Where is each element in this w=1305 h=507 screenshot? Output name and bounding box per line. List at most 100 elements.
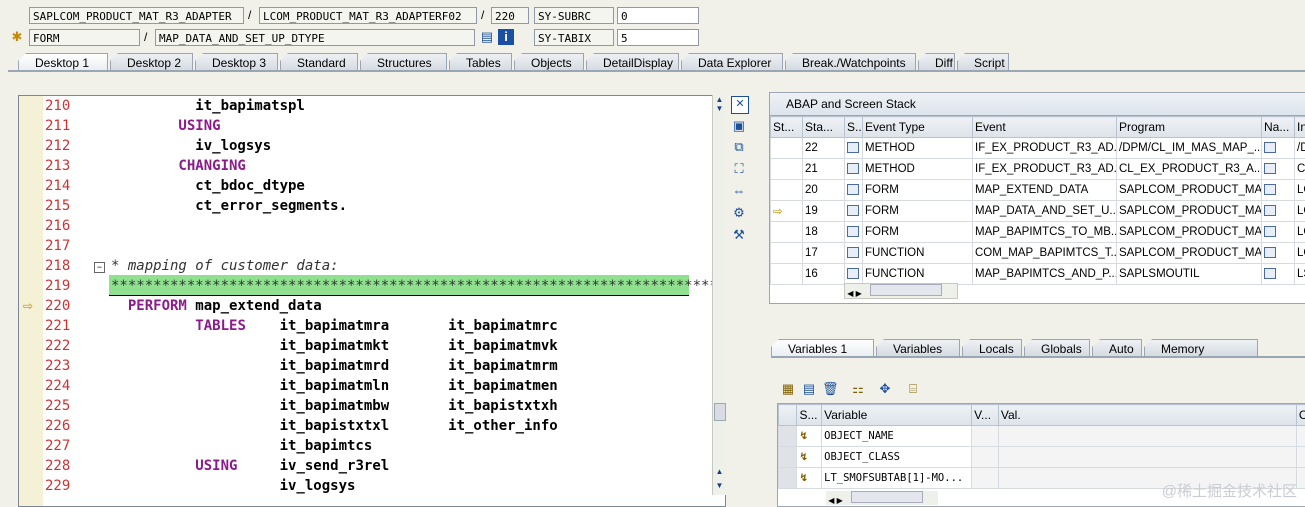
variable-name[interactable]: LT_SMOFSUBTAB[1]-MO...	[822, 468, 972, 489]
scroll-thumb[interactable]	[714, 403, 726, 421]
stack-level: 22	[803, 138, 845, 159]
col-s[interactable]: S...	[797, 405, 822, 426]
stack-row[interactable]: 18FORMMAP_BAPIMTCS_TO_MB...SAPLCOM_PRODU…	[771, 222, 1305, 243]
scroll-up-icon[interactable]: ▲	[713, 95, 726, 104]
tab-structures[interactable]: Structures	[360, 53, 447, 71]
collapse-block-icon[interactable]: −	[94, 262, 105, 273]
stack-column-header[interactable]: In	[1295, 117, 1305, 138]
editor-vertical-scrollbar[interactable]: ▲ ▼ ▲ ▼	[712, 95, 726, 495]
col-val[interactable]: Val.	[998, 405, 1296, 426]
fullscreen-icon[interactable]: ⛶	[731, 161, 747, 177]
navigate-icon[interactable]	[1264, 226, 1276, 237]
tab-tables[interactable]: Tables	[449, 53, 512, 71]
tab-variables-2[interactable]: Variables 2	[876, 339, 960, 357]
variable-value[interactable]	[998, 426, 1296, 447]
replace-tool-icon[interactable]: ⧉	[731, 139, 747, 155]
stack-column-header[interactable]: St...	[771, 117, 803, 138]
delete-icon[interactable]: 🗑	[822, 381, 838, 397]
tab-desktop-3[interactable]: Desktop 3	[195, 53, 278, 71]
event-name-field[interactable]: MAP_DATA_AND_SET_UP_DTYPE	[155, 29, 475, 46]
tab-memory-analysis[interactable]: Memory Analysis	[1144, 339, 1258, 357]
tab-locals[interactable]: Locals	[962, 339, 1022, 357]
copy-icon[interactable]: ▤	[801, 381, 817, 397]
layout-icon[interactable]: ⚒	[731, 227, 747, 243]
scroll-down-icon[interactable]: ▼	[713, 481, 726, 490]
variables-horizontal-scrollbar[interactable]: ◀ ▶	[826, 491, 938, 505]
scroll-down-icon[interactable]: ▼	[713, 104, 726, 113]
program-field[interactable]: SAPLCOM_PRODUCT_MAT_R3_ADAPTER	[29, 7, 244, 24]
stack-level: 20	[803, 180, 845, 201]
stack-row[interactable]: 17FUNCTIONCOM_MAP_BAPIMTCS_T...SAPLCOM_P…	[771, 243, 1305, 264]
navigate-icon[interactable]	[1264, 205, 1276, 216]
stack-horizontal-scrollbar[interactable]: ◀ ▶	[844, 283, 958, 299]
swap-icon[interactable]: ⇔	[731, 183, 747, 199]
display-object-icon[interactable]: ▤	[479, 29, 495, 45]
variable-row[interactable]: ↯OBJECT_CLASS	[779, 447, 1305, 468]
tab-breakpoints[interactable]: Break./Watchpoints	[785, 53, 916, 71]
tab-variables-1[interactable]: Variables 1	[771, 339, 874, 357]
stack-row[interactable]: ⇨19FORMMAP_DATA_AND_SET_U...SAPLCOM_PROD…	[771, 201, 1305, 222]
stack-column-header[interactable]: S...	[845, 117, 863, 138]
services-icon[interactable]: ⚙	[731, 205, 747, 221]
info-icon[interactable]: i	[498, 29, 514, 45]
stack-column-header[interactable]: Sta...	[803, 117, 845, 138]
move-icon[interactable]: ✥	[877, 381, 893, 397]
subrc-value[interactable]: 0	[617, 7, 699, 24]
navigate-icon[interactable]	[1264, 184, 1276, 195]
hierarchy-icon[interactable]: ⚏	[850, 381, 866, 397]
line-number: 224	[45, 376, 95, 396]
include-name: CL	[1295, 159, 1305, 180]
close-icon[interactable]: ✕	[731, 96, 749, 114]
stack-navigate	[1262, 222, 1295, 243]
stack-row[interactable]: 22METHODIF_EX_PRODUCT_R3_AD.../DPM/CL_IM…	[771, 138, 1305, 159]
variable-value[interactable]	[998, 447, 1296, 468]
row-selector[interactable]	[779, 447, 797, 468]
tab-auto[interactable]: Auto	[1092, 339, 1142, 357]
navigate-icon[interactable]	[1264, 142, 1276, 153]
stack-row[interactable]: 20FORMMAP_EXTEND_DATASAPLCOM_PRODUCT_MA.…	[771, 180, 1305, 201]
variable-name[interactable]: OBJECT_NAME	[822, 426, 972, 447]
col-c[interactable]: C...	[1296, 405, 1305, 426]
variable-name[interactable]: OBJECT_CLASS	[822, 447, 972, 468]
select-all-icon[interactable]: ▦	[780, 381, 796, 397]
desktop-tabstrip: Desktop 1 Desktop 2 Desktop 3 Standard S…	[18, 53, 1011, 71]
variables-tabstrip: Variables 1 Variables 2 Locals Globals A…	[771, 339, 1260, 357]
stack-column-header[interactable]: Program	[1117, 117, 1262, 138]
tab-desktop-1[interactable]: Desktop 1	[18, 53, 108, 71]
stack-column-header[interactable]: Na...	[1262, 117, 1295, 138]
code-text: it_bapimatmrd it_bapimatmrm	[111, 356, 558, 376]
tab-diff[interactable]: Diff	[918, 53, 955, 71]
col-variable[interactable]: Variable	[822, 405, 972, 426]
separator: /	[248, 7, 251, 24]
row-selector[interactable]	[779, 426, 797, 447]
source-editor[interactable]: ⇨ − 210 it_bapimatspl211 USING212 iv_log…	[18, 95, 726, 507]
include-field[interactable]: LCOM_PRODUCT_MAT_R3_ADAPTERF02	[259, 7, 477, 24]
stack-navigate	[1262, 138, 1295, 159]
tab-objects[interactable]: Objects	[514, 53, 584, 71]
event-icon	[847, 268, 859, 279]
stack-column-header[interactable]: Event	[973, 117, 1117, 138]
tab-script[interactable]: Script	[957, 53, 1009, 71]
stack-column-header[interactable]: Event Type	[863, 117, 973, 138]
variable-row[interactable]: ↯OBJECT_NAME	[779, 426, 1305, 447]
scroll-up-icon[interactable]: ▲	[713, 467, 726, 476]
event-type-field[interactable]: FORM	[29, 29, 140, 46]
stack-row[interactable]: 21METHODIF_EX_PRODUCT_R3_AD...CL_EX_PROD…	[771, 159, 1305, 180]
col-v[interactable]: V...	[972, 405, 999, 426]
line-number: 214	[45, 176, 95, 196]
line-number: 220	[45, 296, 95, 316]
tab-globals[interactable]: Globals	[1024, 339, 1090, 357]
navigate-icon[interactable]	[1264, 163, 1276, 174]
navigate-icon[interactable]	[1264, 247, 1276, 258]
stack-row[interactable]: 16FUNCTIONMAP_BAPIMTCS_AND_P...SAPLSMOUT…	[771, 264, 1305, 285]
line-field[interactable]: 220	[491, 7, 529, 24]
tab-data-explorer[interactable]: Data Explorer	[681, 53, 783, 71]
tab-detaildisplay[interactable]: DetailDisplay	[586, 53, 679, 71]
navigate-icon[interactable]	[1264, 268, 1276, 279]
row-selector[interactable]	[779, 468, 797, 489]
tab-desktop-2[interactable]: Desktop 2	[110, 53, 193, 71]
new-tool-icon[interactable]: ▣	[731, 118, 747, 134]
folder-icon[interactable]: ⌸	[905, 381, 921, 397]
tabix-value[interactable]: 5	[617, 29, 699, 46]
tab-standard[interactable]: Standard	[280, 53, 358, 71]
